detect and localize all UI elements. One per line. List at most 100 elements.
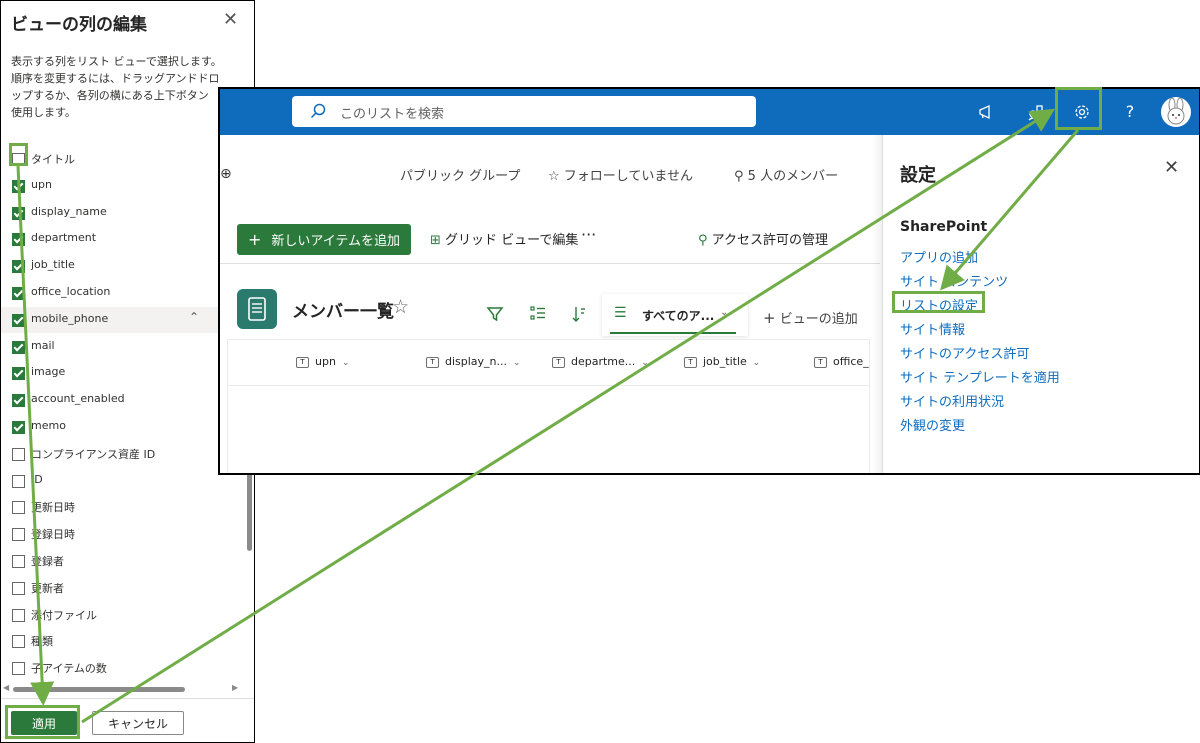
site-logo-icon: ⊕	[220, 166, 232, 182]
column-option[interactable]: mobile_phone ⌃	[1, 306, 245, 333]
column-option[interactable]: display_name	[1, 200, 245, 226]
column-option[interactable]: 子アイテムの数	[1, 655, 245, 681]
checkbox-checked[interactable]	[12, 260, 25, 274]
column-option[interactable]: 登録者	[1, 548, 245, 574]
column-option-label: 子アイテムの数	[31, 662, 107, 676]
annotation-highlight-gear	[1055, 87, 1102, 130]
search-input[interactable]: このリストを検索	[292, 96, 756, 127]
column-option[interactable]: タイトル	[1, 146, 245, 172]
column-option-label: image	[31, 365, 66, 379]
column-option[interactable]: ID	[1, 468, 245, 494]
column-option[interactable]: memo	[1, 414, 245, 440]
grid-edit-label: グリッド ビューで編集	[445, 233, 579, 248]
sort-icon[interactable]	[572, 305, 586, 323]
column-option[interactable]: 種類	[1, 628, 245, 654]
checkbox-checked[interactable]	[12, 233, 25, 247]
checkbox-unchecked[interactable]	[12, 501, 25, 515]
column-option[interactable]: 登録日時	[1, 521, 245, 547]
site-contents-link[interactable]: サイト コンテンツ	[900, 271, 1008, 290]
checkbox-unchecked[interactable]	[12, 662, 25, 676]
column-header-display-name[interactable]: Tdisplay_n... ⌄	[426, 355, 521, 368]
suite-header: このリストを検索 ?	[220, 89, 1199, 135]
help-icon[interactable]: ?	[1119, 101, 1141, 123]
checkbox-checked[interactable]	[12, 340, 25, 354]
list-view-icon: ☰	[614, 305, 627, 321]
cancel-button[interactable]: キャンセル	[92, 711, 184, 735]
column-option-label: 種類	[31, 635, 53, 649]
person-key-icon: ⚲	[698, 233, 708, 248]
close-icon[interactable]: ✕	[223, 9, 238, 30]
column-header-upn[interactable]: Tupn ⌄	[296, 355, 349, 368]
scroll-left-icon[interactable]: ◀	[3, 683, 9, 692]
checkbox-checked[interactable]	[12, 179, 25, 193]
checkbox-checked[interactable]	[12, 421, 25, 434]
checkbox-checked[interactable]	[12, 313, 25, 327]
site-usage-link[interactable]: サイトの利用状況	[900, 391, 1004, 410]
plus-icon: +	[247, 230, 262, 249]
column-option[interactable]: upn	[1, 173, 245, 199]
more-options-button[interactable]: ···	[581, 225, 596, 244]
checkbox-unchecked[interactable]	[12, 555, 25, 568]
checkbox-checked[interactable]	[12, 287, 25, 300]
column-option[interactable]: mail	[1, 334, 245, 360]
grid-view-edit-button[interactable]: ⊞ グリッド ビューで編集	[430, 229, 578, 248]
megaphone-icon[interactable]	[976, 101, 998, 123]
column-option[interactable]: office_location	[1, 280, 245, 306]
follow-button[interactable]: ☆ フォローしていません	[548, 165, 693, 184]
column-option[interactable]: 更新者	[1, 575, 245, 601]
filter-icon[interactable]	[486, 305, 504, 323]
column-option[interactable]: コンプライアンス資産 ID	[1, 441, 245, 467]
search-placeholder: このリストを検索	[340, 107, 445, 122]
move-up-icon[interactable]: ⌃	[189, 310, 199, 324]
add-app-link[interactable]: アプリの追加	[900, 247, 978, 266]
checkbox-checked[interactable]	[12, 394, 25, 408]
horizontal-scrollbar[interactable]	[13, 687, 185, 692]
plus-icon: +	[763, 309, 776, 327]
people-network-icon[interactable]	[1025, 101, 1047, 123]
site-permissions-link[interactable]: サイトのアクセス許可	[900, 343, 1029, 362]
checkbox-checked[interactable]	[12, 367, 25, 381]
column-option[interactable]: account_enabled	[1, 387, 245, 413]
column-header-department[interactable]: Tdepartme... ⌄	[552, 355, 649, 368]
column-header-label: upn	[315, 355, 336, 368]
checkbox-unchecked[interactable]	[12, 528, 25, 542]
star-outline-icon: ☆	[548, 169, 560, 184]
column-option-label: memo	[31, 419, 66, 432]
avatar[interactable]	[1161, 97, 1191, 127]
person-icon: ⚲	[734, 169, 744, 184]
chevron-down-icon: ⌄	[341, 358, 350, 368]
manage-access-button[interactable]: ⚲ アクセス許可の管理	[698, 229, 828, 248]
text-column-icon: T	[552, 356, 565, 368]
column-option-label: department	[31, 231, 97, 245]
site-information-link[interactable]: サイト情報	[900, 319, 965, 338]
text-column-icon: T	[296, 356, 309, 368]
checkbox-unchecked[interactable]	[12, 581, 25, 595]
apply-site-template-link[interactable]: サイト テンプレートを適用	[900, 367, 1060, 386]
view-selector-tab[interactable]: ☰ すべてのア... ⌄	[602, 294, 748, 336]
checkbox-unchecked[interactable]	[12, 608, 25, 622]
column-option[interactable]: 更新日時	[1, 494, 245, 520]
column-option[interactable]: 添付ファイル	[1, 602, 245, 628]
vertical-scrollbar[interactable]	[247, 471, 252, 551]
column-option[interactable]: job_title	[1, 253, 245, 279]
description-line: 順序を変更するには、ドラッグアンドドロ	[11, 72, 220, 85]
new-item-button[interactable]: + 新しいアイテムを追加	[237, 224, 411, 255]
checkbox-unchecked[interactable]	[12, 635, 25, 649]
members-button[interactable]: ⚲ 5 人のメンバー	[734, 165, 838, 184]
panel-title: ビューの列の編集	[11, 15, 147, 35]
checkbox-unchecked[interactable]	[12, 474, 25, 488]
column-option[interactable]: department	[1, 226, 245, 252]
column-header-job-title[interactable]: Tjob_title ⌄	[684, 355, 760, 368]
favorite-star-icon[interactable]: ☆	[392, 296, 409, 318]
column-header-office[interactable]: Toffice_	[814, 355, 869, 368]
scroll-right-icon[interactable]: ▶	[232, 683, 238, 692]
checkbox-checked[interactable]	[12, 206, 25, 220]
close-icon[interactable]: ✕	[1164, 157, 1179, 178]
add-view-button[interactable]: + ビューの追加	[763, 308, 858, 327]
change-look-link[interactable]: 外観の変更	[900, 415, 965, 434]
checkbox-unchecked[interactable]	[12, 447, 25, 461]
column-option[interactable]: image	[1, 360, 245, 386]
edit-view-columns-panel: ビューの列の編集 ✕ 表示する列をリスト ビューで選択します。 順序を変更するに…	[0, 0, 255, 743]
divider	[1, 698, 254, 699]
group-by-icon[interactable]	[530, 305, 546, 321]
